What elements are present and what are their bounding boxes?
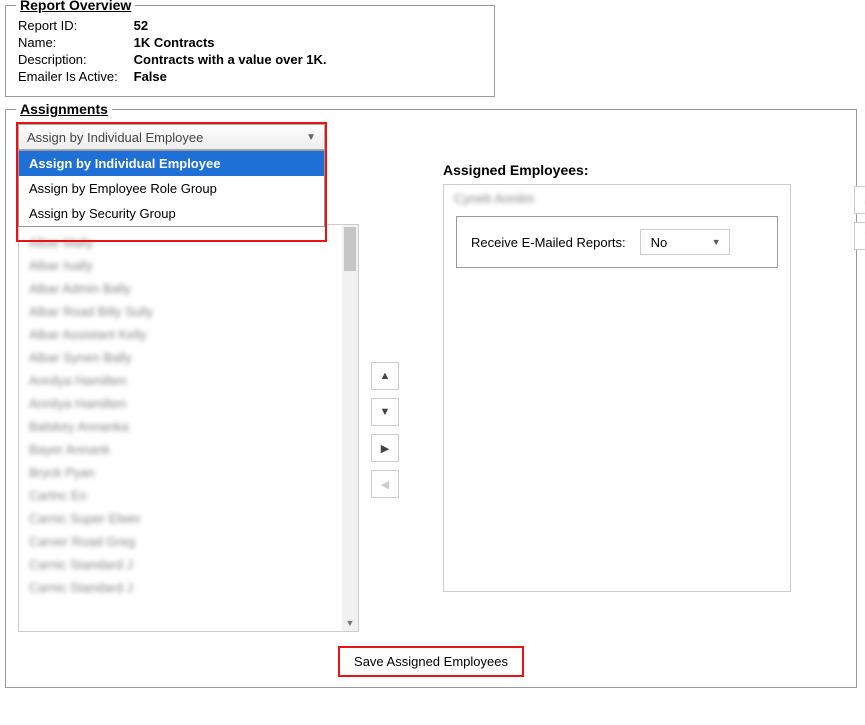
list-item[interactable]: Annilya Hamilten	[29, 369, 348, 392]
assign-mode-dropdown-list: Assign by Individual Employee Assign by …	[18, 150, 325, 227]
overview-label: Emailer Is Active:	[18, 69, 130, 84]
overview-label: Name:	[18, 35, 130, 50]
assignments-legend: Assignments	[16, 101, 112, 117]
move-right-button[interactable]: ▶	[371, 434, 399, 462]
list-item[interactable]: Carnic Standard J	[29, 576, 348, 599]
overview-value: Contracts with a value over 1K.	[134, 52, 327, 67]
list-item[interactable]: Cyneb Annilm	[444, 185, 790, 212]
receive-email-label: Receive E-Mailed Reports:	[471, 235, 626, 250]
list-item[interactable]: Bryck Pyan	[29, 461, 348, 484]
overview-label: Report ID:	[18, 18, 130, 33]
list-item[interactable]: Cartnc En	[29, 484, 348, 507]
reorder-down-button[interactable]: ▼	[854, 222, 865, 250]
chevron-down-icon: ▼	[306, 132, 316, 143]
overview-value: 52	[134, 18, 148, 33]
assign-mode-dropdown[interactable]: Assign by Individual Employee ▼	[18, 124, 325, 150]
receive-email-value: No	[651, 235, 668, 250]
move-left-button[interactable]: ◀	[371, 470, 399, 498]
receive-email-select[interactable]: No ▼	[640, 229, 730, 255]
transfer-buttons: ▲ ▼ ▶ ◀	[371, 362, 399, 498]
move-top-button[interactable]: ▲	[371, 362, 399, 390]
report-overview-fieldset: Report Overview Report ID: 52 Name: 1K C…	[5, 5, 495, 97]
list-item[interactable]: Annilya Hamilten	[29, 392, 348, 415]
reorder-buttons: ▲ ▼	[854, 186, 865, 250]
list-item[interactable]: Carnic Standard J	[29, 553, 348, 576]
overview-row: Name: 1K Contracts	[18, 35, 482, 50]
report-overview-legend: Report Overview	[16, 0, 135, 13]
list-item[interactable]: Albar Assistant Kelly	[29, 323, 348, 346]
scrollbar[interactable]: ▲ ▼	[342, 225, 358, 631]
list-item[interactable]: Albar Admin Bally	[29, 277, 348, 300]
list-item[interactable]: Albar Synen Bally	[29, 346, 348, 369]
assigned-employee-detail: Receive E-Mailed Reports: No ▼	[456, 216, 778, 268]
overview-value: 1K Contracts	[134, 35, 215, 50]
list-item[interactable]: Albar Isally	[29, 254, 348, 277]
dropdown-option[interactable]: Assign by Security Group	[19, 201, 324, 226]
overview-row: Description: Contracts with a value over…	[18, 52, 482, 67]
list-item[interactable]: Carver Road Greg	[29, 530, 348, 553]
assign-mode-dropdown-wrap: Assign by Individual Employee ▼ Assign b…	[18, 124, 325, 150]
dropdown-option[interactable]: Assign by Employee Role Group	[19, 176, 324, 201]
overview-value: False	[134, 69, 167, 84]
overview-label: Description:	[18, 52, 130, 67]
save-assigned-employees-button[interactable]: Save Assigned Employees	[338, 646, 524, 677]
available-employees-listbox[interactable]: Albar MallyAlbar IsallyAlbar Admin Bally…	[18, 224, 359, 632]
chevron-down-icon: ▼	[712, 237, 721, 247]
move-down-button[interactable]: ▼	[371, 398, 399, 426]
dropdown-option[interactable]: Assign by Individual Employee	[19, 151, 324, 176]
list-item[interactable]: Albar Road Billy Sully	[29, 300, 348, 323]
overview-row: Report ID: 52	[18, 18, 482, 33]
scroll-down-icon[interactable]: ▼	[342, 615, 358, 631]
list-item[interactable]: Bayer Annank	[29, 438, 348, 461]
assigned-employees-label: Assigned Employees:	[443, 162, 844, 178]
list-item[interactable]: Carnic Super Elwer	[29, 507, 348, 530]
assigned-employees-panel: Assigned Employees: Cyneb Annilm Receive…	[413, 154, 844, 632]
reorder-up-button[interactable]: ▲	[854, 186, 865, 214]
assignments-fieldset: Assignments Assign by Individual Employe…	[5, 109, 857, 688]
overview-row: Emailer Is Active: False	[18, 69, 482, 84]
dropdown-selected-text: Assign by Individual Employee	[27, 130, 203, 145]
list-item[interactable]: Balskey Annanka	[29, 415, 348, 438]
footer: Save Assigned Employees	[18, 646, 844, 677]
scroll-thumb[interactable]	[344, 227, 356, 271]
list-item[interactable]: Albar Mally	[29, 231, 348, 254]
assigned-employees-listbox[interactable]: Cyneb Annilm Receive E-Mailed Reports: N…	[443, 184, 791, 592]
